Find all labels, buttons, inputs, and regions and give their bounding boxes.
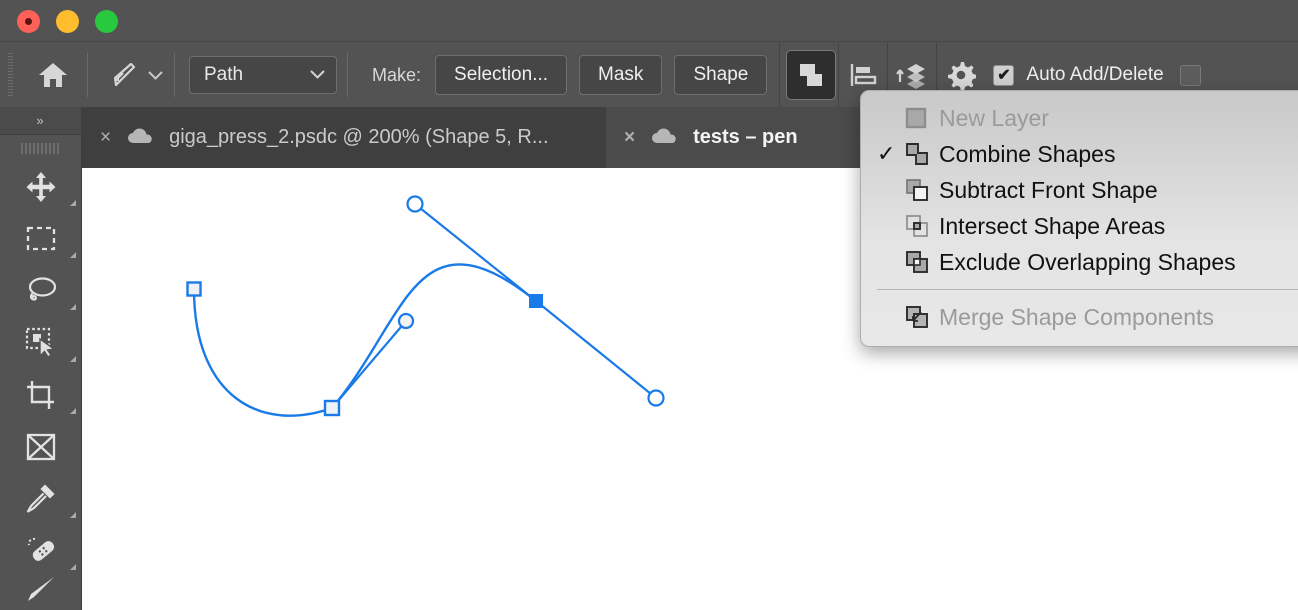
anchor-point[interactable]	[186, 281, 202, 297]
brush-tool[interactable]	[0, 577, 82, 610]
menu-item-label: New Layer	[939, 104, 1049, 131]
crop-tool[interactable]	[0, 369, 82, 421]
handle-line-1	[331, 320, 407, 409]
document-tab[interactable]: × giga_press_2.psdc @ 200% (Shape 5, R..…	[82, 107, 606, 168]
menu-item-label: Intersect Shape Areas	[939, 212, 1166, 239]
chevron-down-icon[interactable]	[146, 66, 164, 84]
merge-shape-components-icon	[905, 305, 939, 329]
tool-strip-drag-handle[interactable]	[0, 135, 81, 161]
object-selection-tool[interactable]	[0, 317, 82, 369]
path-mode-value: Path	[204, 64, 244, 85]
healing-brush-tool[interactable]	[0, 525, 82, 577]
tool-more-indicator	[70, 200, 76, 206]
expand-panels-label: »	[36, 113, 45, 128]
close-icon[interactable]: ×	[624, 127, 635, 149]
close-window-button[interactable]	[17, 10, 40, 33]
auto-add-delete-checkbox[interactable]: ✔	[993, 64, 1015, 86]
move-tool[interactable]	[0, 161, 82, 213]
divider	[347, 53, 348, 97]
document-tab-title: tests – pen	[693, 126, 798, 148]
tool-more-indicator	[70, 304, 76, 310]
frame-tool[interactable]	[0, 421, 82, 473]
menu-item-label: Merge Shape Components	[939, 303, 1214, 330]
photoshop-window: Path Make: Selection... Mask Shape ✔ Aut…	[0, 0, 1298, 610]
auto-add-delete-control[interactable]: ✔ Auto Add/Delete	[993, 64, 1164, 86]
menu-item-new-layer[interactable]: New Layer	[861, 100, 1298, 136]
make-label: Make:	[372, 64, 422, 85]
path-mode-select[interactable]: Path	[189, 56, 337, 94]
options-bar-drag-handle[interactable]	[8, 53, 13, 97]
subtract-front-shape-icon	[905, 178, 939, 202]
tool-more-indicator	[70, 408, 76, 414]
title-bar	[0, 0, 1298, 42]
menu-separator	[877, 289, 1298, 290]
menu-item-combine-shapes[interactable]: ✓ Combine Shapes	[861, 136, 1298, 172]
tool-more-indicator	[70, 252, 76, 258]
cloud-icon	[649, 125, 679, 151]
document-tab-title: giga_press_2.psdc @ 200% (Shape 5, R...	[169, 126, 549, 148]
make-selection-button[interactable]: Selection...	[435, 55, 568, 95]
direction-handle-point[interactable]	[406, 195, 424, 213]
menu-item-subtract-front-shape[interactable]: Subtract Front Shape	[861, 172, 1298, 208]
tool-more-indicator	[70, 356, 76, 362]
path-segment-2[interactable]	[331, 263, 537, 409]
rectangular-select-tool[interactable]	[0, 213, 82, 265]
traffic-lights	[17, 10, 118, 33]
make-shape-button[interactable]: Shape	[674, 55, 768, 95]
expand-panels-button[interactable]: »	[0, 107, 81, 135]
anchor-point-selected[interactable]	[529, 294, 543, 308]
checkmark-icon: ✓	[877, 141, 896, 166]
tool-more-indicator	[70, 512, 76, 518]
home-icon[interactable]	[29, 51, 77, 99]
minimize-window-button[interactable]	[56, 10, 79, 33]
handle-line-2	[414, 203, 537, 302]
new-layer-icon	[905, 107, 939, 129]
intersect-shape-areas-icon	[905, 214, 939, 238]
tool-strip: »	[0, 107, 82, 610]
handle-line-3	[535, 300, 657, 399]
combine-shapes-icon	[905, 142, 939, 166]
menu-item-label: Exclude Overlapping Shapes	[939, 248, 1236, 275]
menu-item-label: Subtract Front Shape	[939, 176, 1158, 203]
maximize-window-button[interactable]	[95, 10, 118, 33]
path-segment-1[interactable]	[192, 288, 333, 417]
divider	[87, 53, 88, 97]
make-mask-button[interactable]: Mask	[579, 55, 663, 95]
close-icon[interactable]: ×	[100, 127, 111, 149]
divider	[174, 53, 175, 97]
auto-add-delete-label: Auto Add/Delete	[1026, 64, 1164, 85]
extra-checkbox[interactable]	[1179, 64, 1201, 86]
anchor-point[interactable]	[323, 399, 341, 417]
cloud-icon	[125, 125, 155, 151]
path-operations-menu: New Layer ✓ Combine Shapes Subtract Fron…	[860, 90, 1298, 347]
menu-item-merge-shape-components[interactable]: Merge Shape Components	[861, 299, 1298, 335]
eyedropper-tool[interactable]	[0, 473, 82, 525]
menu-item-intersect-shape-areas[interactable]: Intersect Shape Areas	[861, 208, 1298, 244]
checkmark-icon: ✔	[997, 67, 1011, 84]
direction-handle-point[interactable]	[397, 312, 415, 330]
divider	[779, 43, 781, 107]
lasso-tool[interactable]	[0, 265, 82, 317]
menu-item-exclude-overlapping-shapes[interactable]: Exclude Overlapping Shapes	[861, 244, 1298, 280]
exclude-overlapping-shapes-icon	[905, 250, 939, 274]
menu-item-label: Combine Shapes	[939, 140, 1116, 167]
direction-handle-point[interactable]	[647, 389, 665, 407]
tool-more-indicator	[70, 564, 76, 570]
pen-tool-icon[interactable]	[98, 51, 146, 99]
chevron-down-icon	[309, 64, 326, 86]
path-operations-button[interactable]	[786, 50, 837, 100]
